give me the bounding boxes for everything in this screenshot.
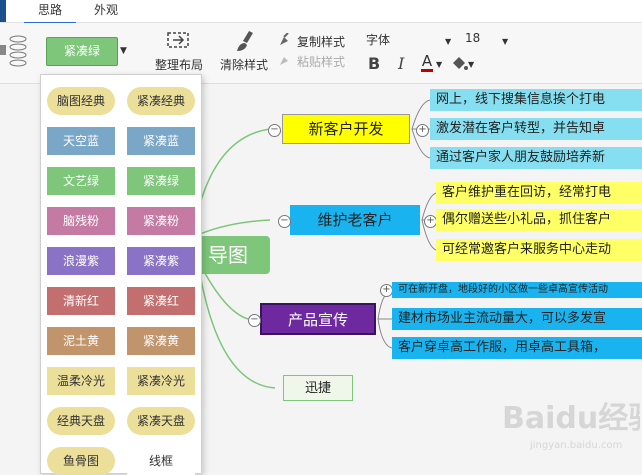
topic-xunjie-label: 迅捷	[304, 381, 331, 396]
theme-option[interactable]: 脑残粉	[47, 207, 115, 235]
topic-old-customer-label: 维护老客户	[317, 211, 393, 229]
paste-style-icon	[280, 57, 288, 65]
theme-option[interactable]: 脑图经典	[47, 87, 115, 115]
theme-dropdown: 脑图经典 紧凑经典 天空蓝 紧凑蓝 文艺绿 紧凑绿 脑残粉 紧凑粉 浪漫紫 紧凑…	[40, 74, 202, 475]
topic-new-customer[interactable]: 新客户开发	[282, 114, 410, 144]
branch-item[interactable]: 建材市场业主流动量大，可以多发宣	[392, 308, 642, 330]
app-icon	[0, 0, 6, 22]
theme-option[interactable]: 紧凑粉	[127, 207, 195, 235]
theme-option[interactable]: 紧凑蓝	[127, 127, 195, 155]
branch-item[interactable]: 激发潜在客户转型，并告知卓	[430, 118, 642, 140]
theme-option[interactable]: 鱼骨图	[47, 447, 115, 475]
theme-style-button[interactable]: 紧凑绿	[46, 37, 118, 66]
collapse-icon-new-customer[interactable]: −	[268, 124, 281, 137]
layout-button[interactable]: 整理布局	[155, 56, 203, 73]
font-size-select[interactable]: 18	[465, 31, 480, 45]
size-caret-icon[interactable]: ▼	[502, 37, 508, 46]
branch-item[interactable]: 客户穿卓高工作服，用卓高工具箱，	[392, 337, 642, 359]
tab-siliu[interactable]: 思路	[24, 0, 76, 24]
copy-style-button[interactable]: 复制样式	[297, 33, 345, 50]
branch-item[interactable]: 可经常邀客户来服务中心走动	[436, 239, 642, 261]
theme-option[interactable]: 温柔冷光	[47, 367, 115, 395]
watermark-logo: Baidu经验 jingyan.baidu.com	[502, 401, 640, 451]
theme-option[interactable]: 紧凑经典	[127, 87, 195, 115]
theme-caret-icon[interactable]: ▼	[120, 46, 127, 56]
branch-item[interactable]: 可在新开盘，地段好的小区做一些卓高宣传活动	[392, 282, 642, 298]
branch-item[interactable]: 通过客户家人朋友鼓励培养新	[430, 147, 642, 169]
theme-option[interactable]: 紧凑冷光	[127, 367, 195, 395]
theme-option[interactable]: 天空蓝	[47, 127, 115, 155]
tab-waiguan[interactable]: 外观	[84, 0, 128, 22]
expand-icon-new-customer[interactable]: +	[416, 124, 429, 137]
italic-button[interactable]: I	[398, 54, 404, 73]
clear-style-button[interactable]: 清除样式	[220, 56, 268, 73]
font-color-caret-icon[interactable]: ▼	[436, 60, 442, 69]
theme-option[interactable]: 紧凑绿	[127, 167, 195, 195]
theme-option[interactable]: 浪漫紫	[47, 247, 115, 275]
bold-button[interactable]: B	[368, 54, 380, 73]
topic-promotion-label: 产品宣传	[287, 311, 348, 329]
paste-style-button: 粘贴样式	[297, 55, 346, 69]
theme-option[interactable]: 线框	[127, 447, 195, 475]
branch-item[interactable]: 偶尔赠送些小礼品，抓住客户	[436, 209, 642, 231]
collapse-icon-old-customer[interactable]: −	[278, 215, 291, 228]
tab-bar: 思路 外观	[0, 0, 642, 24]
theme-option[interactable]: 文艺绿	[47, 167, 115, 195]
brush-icon[interactable]	[233, 29, 259, 53]
svg-text:jingyan.baidu.com: jingyan.baidu.com	[529, 440, 622, 451]
theme-option[interactable]: 紧凑紫	[127, 247, 195, 275]
theme-option[interactable]: 清新红	[47, 287, 115, 315]
topic-xunjie[interactable]: 迅捷	[283, 375, 353, 401]
font-color-button[interactable]: A	[421, 53, 433, 72]
topic-new-customer-box	[282, 114, 410, 144]
theme-option[interactable]: 紧凑红	[127, 287, 195, 315]
font-family-select[interactable]: 字体	[366, 31, 390, 48]
theme-option[interactable]: 泥土黄	[47, 327, 115, 355]
fill-color-caret-icon[interactable]: ▼	[468, 60, 474, 69]
svg-text:Baidu经验: Baidu经验	[502, 401, 640, 436]
branch-item[interactable]: 客户维护重在回访，经常打电	[436, 182, 642, 204]
theme-option[interactable]: 紧凑黄	[127, 327, 195, 355]
copy-style-icon[interactable]	[278, 33, 292, 47]
theme-option[interactable]: 经典天盘	[47, 407, 115, 435]
topic-promotion[interactable]: 产品宣传	[260, 303, 376, 335]
fill-color-icon[interactable]	[450, 54, 468, 72]
theme-option[interactable]: 紧凑天盘	[127, 407, 195, 435]
font-caret-icon[interactable]: ▼	[445, 37, 451, 46]
layout-icon[interactable]	[165, 30, 193, 54]
structure-icon[interactable]	[0, 33, 30, 69]
branch-item[interactable]: 网上，线下搜集信息挨个打电	[430, 89, 642, 111]
topic-old-customer[interactable]: 维护老客户	[290, 205, 420, 235]
collapse-icon-promotion[interactable]: −	[248, 314, 261, 327]
